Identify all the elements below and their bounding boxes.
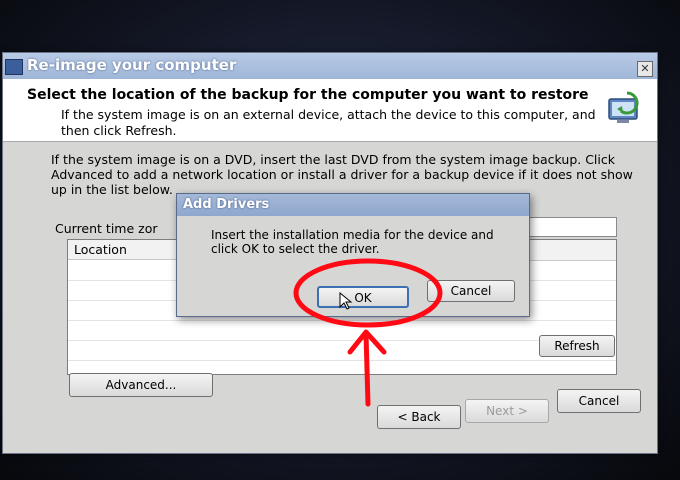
back-button[interactable]: < Back	[377, 405, 461, 429]
table-row-divider	[68, 340, 616, 341]
window-titlebar: Re-image your computer ✕	[3, 53, 657, 80]
page-title: Select the location of the backup for th…	[27, 87, 589, 103]
advanced-button[interactable]: Advanced...	[69, 373, 213, 397]
table-row-divider	[68, 360, 616, 361]
dialog-titlebar: Add Drivers	[177, 194, 529, 216]
dialog-cancel-button[interactable]: Cancel	[427, 280, 515, 302]
dialog-title: Add Drivers	[183, 197, 270, 212]
mouse-cursor-icon	[339, 292, 353, 310]
dialog-message: Insert the installation media for the de…	[211, 228, 494, 256]
backup-restore-icon	[608, 91, 639, 123]
refresh-button[interactable]: Refresh	[539, 335, 615, 357]
window-app-icon	[5, 59, 23, 75]
window-title: Re-image your computer	[27, 56, 237, 74]
table-row-divider	[68, 320, 616, 321]
instructions-text: If the system image is on a DVD, insert …	[51, 152, 633, 197]
ok-button[interactable]: OK	[317, 286, 409, 308]
close-icon[interactable]: ✕	[637, 61, 653, 77]
cancel-button[interactable]: Cancel	[557, 389, 641, 413]
page-subtitle: If the system image is on an external de…	[61, 107, 596, 138]
next-button[interactable]: Next >	[465, 399, 549, 423]
wizard-header: Select the location of the backup for th…	[3, 79, 657, 142]
timezone-label: Current time zor	[55, 221, 158, 236]
monitor-screen: Re-image your computer ✕ Select the loca…	[0, 0, 680, 480]
add-drivers-dialog: Add Drivers Insert the installation medi…	[176, 193, 530, 317]
